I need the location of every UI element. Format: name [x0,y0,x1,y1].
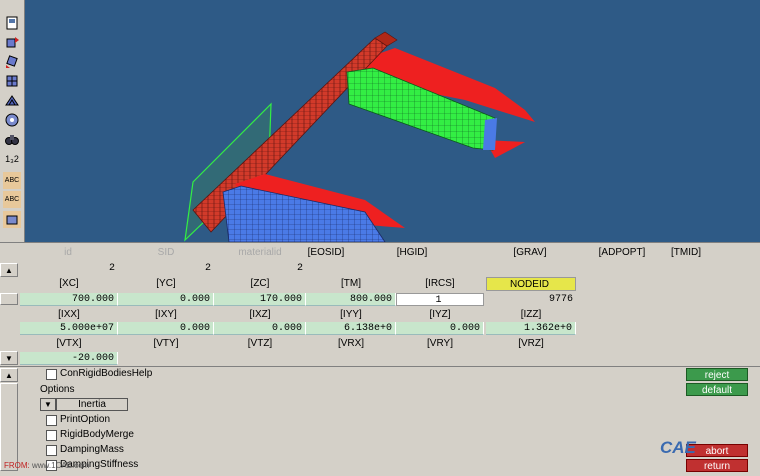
help-label: ConRigidBodiesHelp [60,368,153,379]
reject-button[interactable]: reject [686,368,748,381]
cae-logo: CAE [660,438,696,457]
scroll-up-button[interactable]: ▲ [0,263,18,277]
field-header-eosid: [EOSID] [307,247,345,258]
label-abc-alt-icon[interactable]: ABC [3,191,21,208]
options-dropdown-toggle[interactable]: ▼ [40,398,56,411]
field-tm-value[interactable]: 800.000 [306,293,396,306]
field-header-ixx: [IXX] [58,309,80,320]
rigid-body-merge-label: RigidBodyMerge [60,429,134,440]
field-header-tmid: [TMID] [671,247,701,258]
card-editor-panel: id SID materialid [EOSID] [HGID] [GRAV] … [0,242,760,476]
field-ircs-value[interactable]: 1 [396,293,484,306]
chevron-down-icon: ▼ [44,400,52,409]
rotate-icon[interactable] [3,33,21,50]
field-materialid-value[interactable]: 2 [214,262,306,275]
options-scroll-up-button[interactable]: ▲ [0,368,18,382]
fit-icon[interactable] [3,72,21,89]
field-header-vtz: [VTZ] [247,338,273,349]
field-header-xc: [XC] [59,278,79,289]
field-header-tm: [TM] [341,278,361,289]
field-header-materialid: materialid [238,247,282,258]
return-button[interactable]: return [686,459,748,472]
field-xc-value[interactable]: 700.000 [20,293,118,306]
field-header-ircs: [IRCS] [425,278,455,289]
field-sid-value[interactable]: 2 [118,262,214,275]
triangle-down-icon: ▼ [5,353,13,363]
scroll-track[interactable] [0,293,18,305]
label-abc-alt-text: ABC [4,196,20,203]
damping-mass-label: DampingMass [60,444,124,455]
field-header-iyy: [IYY] [340,309,362,320]
damping-mass-checkbox[interactable] [46,445,57,456]
triangle-up-icon: ▲ [5,265,13,275]
watermark-url: www.1CAE.com [32,461,90,470]
label-abc-text: ABC [4,177,20,184]
graphics-viewport[interactable] [25,0,760,242]
field-ixz-value[interactable]: 0.000 [214,322,306,335]
options-dropdown[interactable]: Inertia [56,398,128,411]
watermark-prefix: FROM: [4,461,30,470]
field-header-vry: [VRY] [427,338,453,349]
field-header-nodeid[interactable]: NODEID [486,277,576,291]
model-render [184,31,535,242]
view-icon[interactable] [3,14,21,31]
triangle-up-icon: ▲ [5,370,13,380]
shade-icon[interactable] [3,111,21,128]
help-checkbox[interactable] [46,369,57,380]
left-toolbar: 1₃2 ABC ABC [0,0,25,242]
label-abc-icon[interactable]: ABC [3,172,21,189]
scroll-down-button[interactable]: ▼ [0,351,18,365]
options-scroll-track[interactable] [0,383,18,471]
field-iyz-value[interactable]: 0.000 [396,322,484,335]
field-izz-value[interactable]: 1.362e+0 [486,322,576,335]
numbering-icon[interactable]: 1₃2 [3,150,21,167]
field-header-zc: [ZC] [250,278,270,289]
field-ixy-value[interactable]: 0.000 [118,322,214,335]
field-header-grav: [GRAV] [513,247,547,258]
field-vtx-value[interactable]: -20.000 [20,352,118,365]
field-header-izz: [IZZ] [520,309,542,320]
options-section-label: Options [40,384,75,395]
mesh-icon[interactable] [3,92,21,109]
field-header-hgid: [HGID] [396,247,428,258]
field-header-id: id [64,247,72,258]
field-ixx-value[interactable]: 5.000e+07 [20,322,118,335]
field-header-vty: [VTY] [153,338,179,349]
field-id-value[interactable]: 2 [20,262,118,275]
field-yc-value[interactable]: 0.000 [118,293,214,306]
default-button[interactable]: default [686,383,748,396]
field-header-yc: [YC] [156,278,176,289]
field-header-sid: SID [157,247,175,258]
field-header-iyz: [IYZ] [429,309,451,320]
rigid-body-merge-checkbox[interactable] [46,430,57,441]
field-header-ixy: [IXY] [155,309,177,320]
field-header-vtx: [VTX] [56,338,82,349]
field-header-vrx: [VRX] [337,338,365,349]
print-option-checkbox[interactable] [46,415,57,426]
print-option-label: PrintOption [60,414,111,425]
field-header-adpopt: [ADPOPT] [598,247,646,258]
field-header-vrz: [VRZ] [518,338,544,349]
binoculars-icon[interactable] [3,130,21,147]
rotate-alt-icon[interactable] [3,52,21,69]
field-header-ixz: [IXZ] [249,309,271,320]
field-iyy-value[interactable]: 6.138e+0 [306,322,396,335]
field-nodeid-value[interactable]: 9776 [486,293,576,306]
field-zc-value[interactable]: 170.000 [214,293,306,306]
shape-icon[interactable] [3,211,21,228]
